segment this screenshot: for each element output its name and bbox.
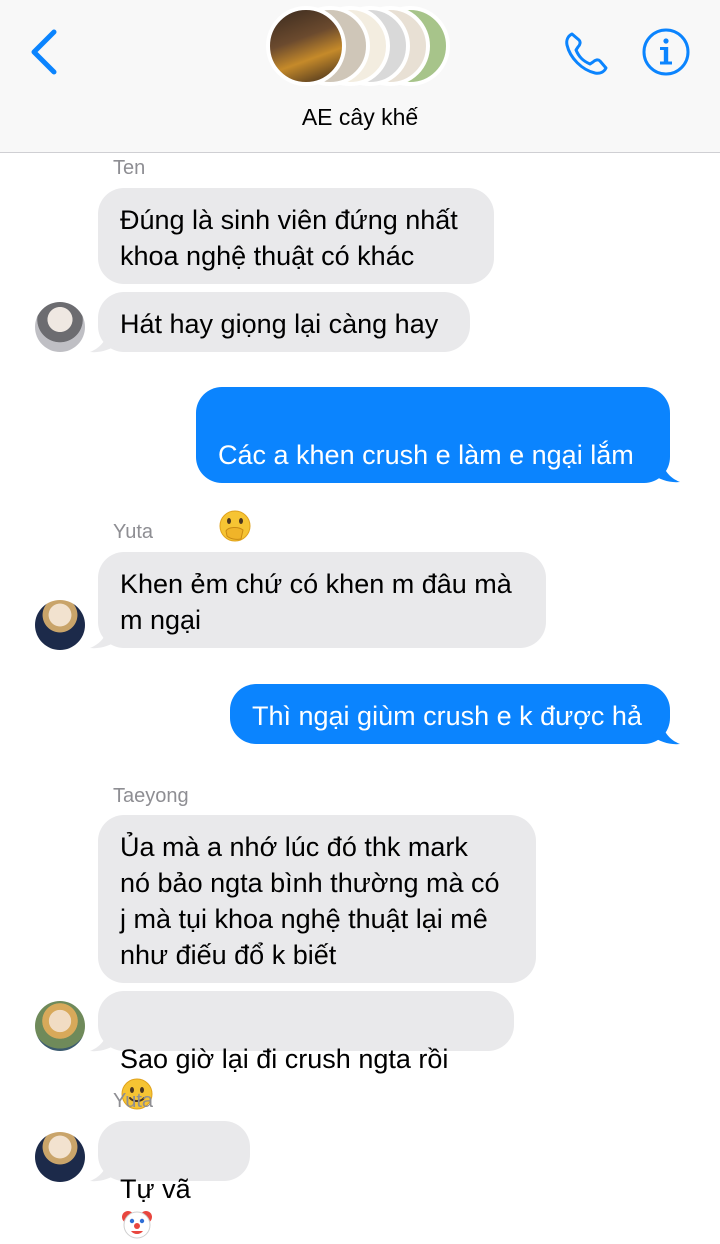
sender-name: Ten <box>113 157 146 179</box>
group-avatar-stack[interactable] <box>266 6 456 92</box>
message-bubble[interactable]: Sao giờ lại đi crush ngta rồi <box>98 991 514 1110</box>
bubble-tail <box>652 718 680 745</box>
group-name[interactable]: AE cây khế <box>0 104 720 131</box>
info-icon[interactable] <box>640 26 692 78</box>
face-with-hand-over-mouth-icon <box>219 510 251 542</box>
message-bubble[interactable]: Tự vã <box>98 1121 250 1239</box>
bubble-tail <box>90 1025 118 1052</box>
avatar[interactable] <box>35 600 85 650</box>
message-bubble[interactable]: Hát hay giọng lại càng hay <box>98 292 470 352</box>
sender-name: Yuta <box>113 521 154 543</box>
message-bubble-outgoing[interactable]: Thì ngại giùm crush e k được hả <box>230 684 670 744</box>
message-bubble[interactable]: Đúng là sinh viên đứng nhất khoa nghệ th… <box>98 188 494 284</box>
message-bubble[interactable]: Ủa mà a nhớ lúc đó thk mark nó bảo ngta … <box>98 815 536 983</box>
member-avatar <box>266 6 346 86</box>
chevron-left-icon[interactable] <box>22 26 66 78</box>
message-text: Sao giờ lại đi crush ngta rồi <box>120 1044 449 1074</box>
sender-name: Taeyong <box>113 785 189 807</box>
phone-icon[interactable] <box>560 28 612 80</box>
bubble-tail <box>90 1155 118 1182</box>
message-text: Tự vã <box>120 1174 191 1204</box>
message-bubble-outgoing[interactable]: Các a khen crush e làm e ngại lắm <box>196 387 670 542</box>
message-text: Các a khen crush e làm e ngại lắm <box>218 440 634 470</box>
avatar[interactable] <box>35 1001 85 1051</box>
avatar[interactable] <box>35 302 85 352</box>
clown-face-icon <box>122 1211 152 1239</box>
chat-header: AE cây khế <box>0 0 720 153</box>
avatar[interactable] <box>35 1132 85 1182</box>
sender-name: Yuta <box>113 1090 154 1112</box>
message-bubble[interactable]: Khen ẻm chứ có khen m đâu mà m ngại <box>98 552 546 648</box>
bubble-tail <box>652 456 680 483</box>
bubble-tail <box>90 622 118 649</box>
bubble-tail <box>90 326 118 353</box>
